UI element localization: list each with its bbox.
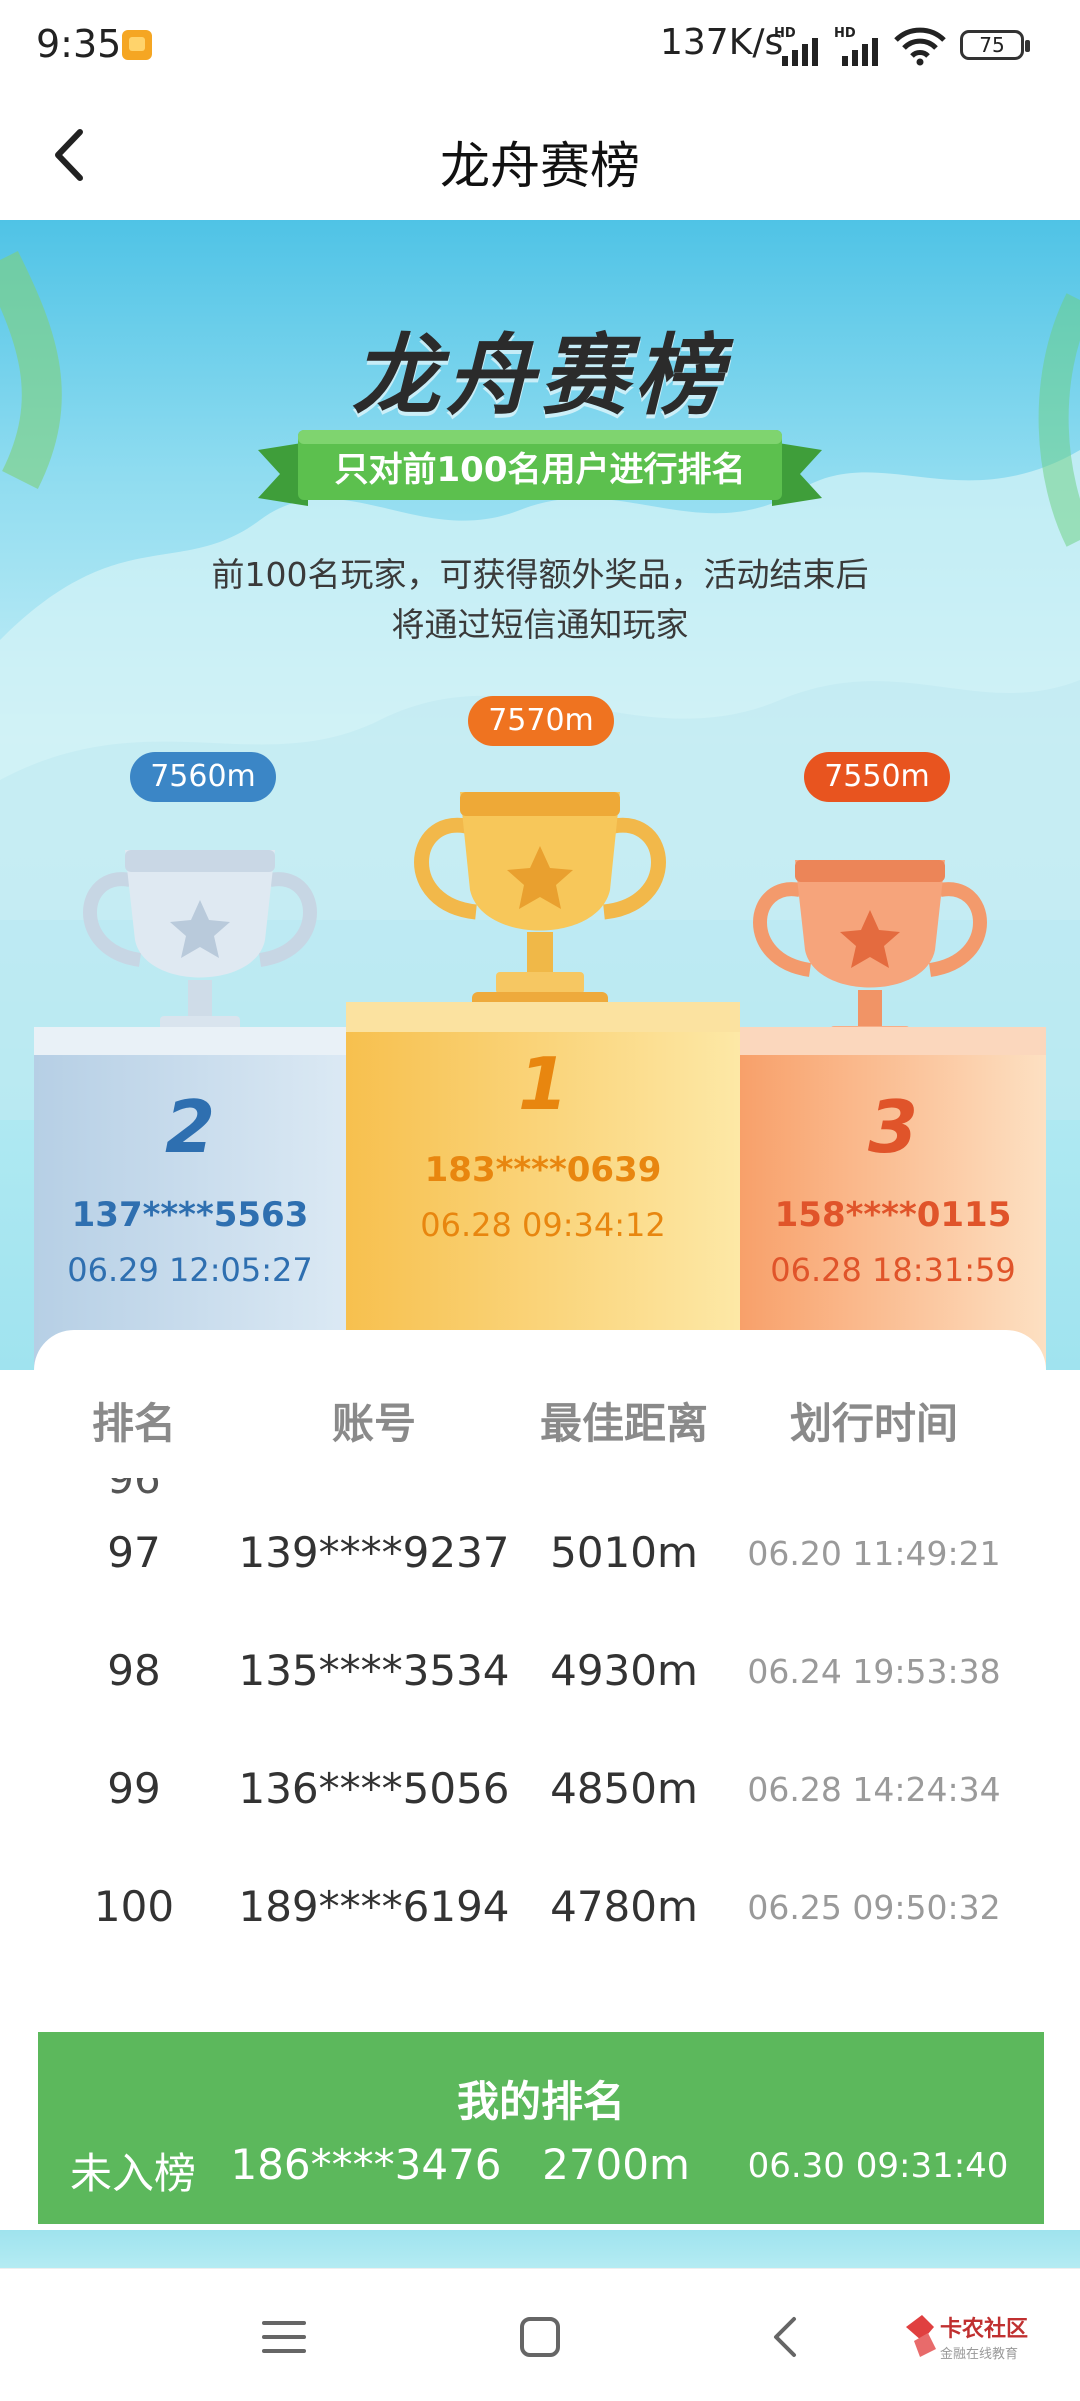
wifi-icon	[894, 27, 946, 66]
table-header: 排名 账号 最佳距离 划行时间	[34, 1330, 1046, 1490]
hero-title: 龙舟赛榜	[351, 324, 728, 427]
page-title: 龙舟赛榜	[440, 137, 640, 195]
hero-description-line1: 前100名玩家，可获得额外奖品，活动结束后	[211, 555, 869, 594]
battery-level: 75	[979, 33, 1005, 57]
table-row[interactable]: 99 136****5056 4850m 06.28 14:24:34	[34, 1728, 1046, 1846]
my-rank-account: 186****3476	[230, 2140, 502, 2189]
signal-icon: HD	[774, 26, 822, 66]
gold-trophy-icon	[414, 792, 666, 1020]
first-time: 06.28 09:34:12	[420, 1206, 666, 1244]
my-rank-distance: 2700m	[542, 2140, 690, 2189]
second-time: 06.29 12:05:27	[67, 1251, 313, 1289]
second-distance-pill: 7560m	[130, 752, 276, 802]
watermark-tagline: 金融在线教育	[940, 2347, 1019, 2362]
ribbon-text: 只对前100名用户进行排名	[334, 450, 746, 490]
row-distance: 4780m	[550, 1882, 698, 1931]
second-account: 137****5563	[71, 1195, 309, 1235]
hero-description-line2: 将通过短信通知玩家	[391, 605, 689, 644]
third-rank-number: 3	[867, 1085, 919, 1169]
table-row[interactable]: 98 135****3534 4930m 06.24 19:53:38	[34, 1610, 1046, 1728]
first-rank-number: 1	[517, 1042, 569, 1126]
row-account: 139****9237	[238, 1528, 510, 1577]
network-speed: 137K/s	[660, 22, 784, 63]
signal-icon-2: HD	[834, 26, 882, 66]
first-place-podium: 1 183****0639 06.28 09:34:12	[346, 1002, 740, 1370]
header-account: 账号	[331, 1399, 416, 1448]
row-time: 06.28 14:24:34	[747, 1770, 1001, 1809]
row-rank: 100	[93, 1882, 175, 1931]
status-time: 9:35	[36, 22, 122, 66]
row-account: 136****5056	[238, 1764, 510, 1813]
leaderboard-hero: 龙舟赛榜 只对前100名用户进行排名 前100名玩家，可获得额外奖品，活动结束后…	[0, 220, 1080, 1370]
first-account: 183****0639	[424, 1150, 662, 1190]
row-rank: 99	[107, 1764, 161, 1813]
row-distance: 4850m	[550, 1764, 698, 1813]
row-account: 189****6194	[238, 1882, 510, 1931]
first-distance-pill: 7570m	[468, 696, 614, 746]
my-rank-title: 我的排名	[456, 2077, 625, 2126]
notification-app-icon	[122, 30, 152, 60]
menu-icon[interactable]	[256, 2309, 312, 2365]
my-rank-bar: 我的排名 未入榜 186****3476 2700m 06.30 09:31:4…	[38, 2032, 1044, 2224]
status-bar: 9:35 137K/s HD HD 75	[0, 0, 1080, 90]
battery-icon: 75	[960, 30, 1030, 60]
row-distance: 5010m	[550, 1528, 698, 1577]
row-time: 06.24 19:53:38	[747, 1652, 1001, 1691]
row-rank: 98	[107, 1646, 161, 1695]
third-account: 158****0115	[774, 1195, 1012, 1235]
row-distance: 4930m	[550, 1646, 698, 1695]
second-rank-number: 2	[164, 1085, 216, 1169]
watermark-name: 卡农社区	[940, 2317, 1029, 2342]
header-distance: 最佳距离	[539, 1399, 708, 1448]
my-rank-time: 06.30 09:31:40	[747, 2146, 1009, 2186]
table-row[interactable]: 97 139****9237 5010m 06.20 11:49:21	[34, 1492, 1046, 1610]
my-rank-status: 未入榜	[69, 2149, 196, 2198]
page-bottom-background	[0, 2230, 1080, 2270]
second-place-podium: 2 137****5563 06.29 12:05:27	[34, 1027, 346, 1370]
row-time: 06.20 11:49:21	[747, 1534, 1001, 1573]
row-time: 06.25 09:50:32	[747, 1888, 1001, 1927]
row-rank: 97	[107, 1528, 161, 1577]
header-time: 划行时间	[789, 1399, 958, 1448]
third-place-podium: 3 158****0115 06.28 18:31:59	[740, 1027, 1046, 1370]
table-row[interactable]: 100 189****6194 4780m 06.25 09:50:32	[34, 1846, 1046, 1964]
header-rank: 排名	[91, 1399, 176, 1448]
top-nav-bar: 龙舟赛榜	[0, 90, 1080, 220]
back-icon[interactable]	[760, 2309, 816, 2365]
row-account: 135****3534	[238, 1646, 510, 1695]
third-distance-pill: 7550m	[804, 752, 950, 802]
home-icon[interactable]	[512, 2309, 568, 2365]
third-time: 06.28 18:31:59	[770, 1251, 1016, 1289]
system-navigation-bar: 卡农社区 金融在线教育	[0, 2268, 1080, 2401]
